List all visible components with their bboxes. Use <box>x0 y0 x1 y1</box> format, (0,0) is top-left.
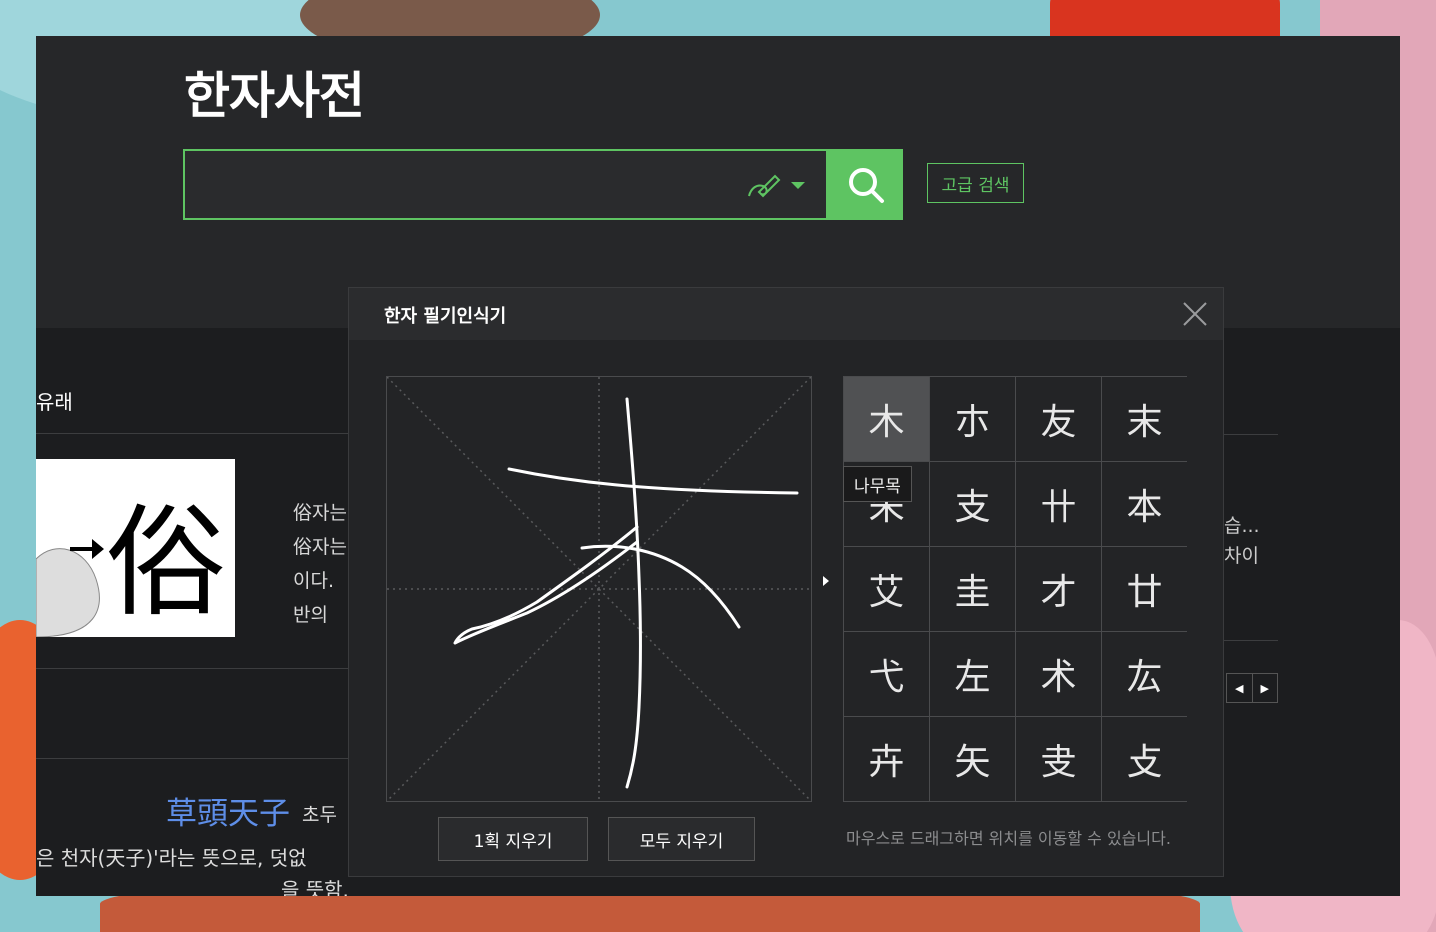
right-text: 차이 <box>1224 545 1259 567</box>
etymology-glyph: 俗 <box>106 494 226 633</box>
candidate-cell[interactable]: 攴 <box>1102 717 1187 801</box>
clear-all-button[interactable]: 모두 지우기 <box>608 817 755 861</box>
right-text: 습... <box>1224 515 1260 537</box>
modal-header: 한자 필기인식기 <box>349 288 1223 340</box>
candidate-cell[interactable]: 左 <box>930 632 1015 716</box>
meaning-text: 은 천자(天子)'라는 뜻으로, 덧없 <box>36 846 307 870</box>
meaning-text: 을 뜻함. <box>281 878 349 896</box>
candidate-cell[interactable]: 才 <box>1016 547 1101 631</box>
candidate-cell[interactable]: 矢 <box>930 717 1015 801</box>
close-icon <box>1183 302 1207 326</box>
handwriting-modal: 한자 필기인식기 木 朩 友 末 朱 支 卄 本 艾 圭 才 廿 弋 左 术 厷… <box>349 288 1223 876</box>
site-logo[interactable]: 한자사전 <box>184 56 365 128</box>
chevron-down-icon <box>791 181 805 189</box>
hanja-reading: 초두 <box>302 804 337 826</box>
bg-text-line: 이다. <box>293 570 334 592</box>
handwritten-strokes <box>453 397 799 789</box>
advanced-search-button[interactable]: 고급 검색 <box>927 163 1024 203</box>
candidate-tooltip: 나무목 <box>843 466 912 502</box>
candidate-cell[interactable]: 卉 <box>844 717 929 801</box>
bg-text-line: 俗자는 <box>293 502 347 524</box>
candidate-cell[interactable]: 厷 <box>1102 632 1187 716</box>
expand-arrow-icon[interactable] <box>823 576 829 586</box>
candidate-cell[interactable]: 弋 <box>844 632 929 716</box>
prev-page-button[interactable]: ◀ <box>1227 674 1253 702</box>
modal-title: 한자 필기인식기 <box>384 306 507 327</box>
drawing-canvas[interactable] <box>386 376 812 802</box>
candidate-cell[interactable]: 支 <box>930 462 1015 546</box>
candidate-cell[interactable]: 叏 <box>1016 717 1101 801</box>
candidate-cell[interactable]: 木 <box>844 377 929 461</box>
etymology-image: 俗 <box>36 459 235 637</box>
candidate-cell[interactable]: 廿 <box>1102 547 1187 631</box>
undo-stroke-button[interactable]: 1획 지우기 <box>438 817 588 861</box>
candidate-cell[interactable]: 友 <box>1016 377 1101 461</box>
search-box <box>183 149 828 220</box>
section-label: 유래 <box>36 390 73 414</box>
candidate-cell[interactable]: 圭 <box>930 547 1015 631</box>
search-icon <box>848 167 884 203</box>
search-input[interactable] <box>195 161 739 209</box>
header: 한자사전 고급 검색 <box>36 36 1400 328</box>
candidate-cell[interactable]: 朩 <box>930 377 1015 461</box>
pen-icon <box>748 174 781 198</box>
bg-text-line: 반의 <box>293 604 328 626</box>
candidate-cell[interactable]: 卄 <box>1016 462 1101 546</box>
drag-hint: 마우스로 드래그하면 위치를 이동할 수 있습니다. <box>846 829 1171 848</box>
bg-text-line: 俗자는 <box>293 536 347 558</box>
candidate-cell[interactable]: 末 <box>1102 377 1187 461</box>
candidate-cell[interactable]: 术 <box>1016 632 1101 716</box>
pager: ◀ ▶ <box>1226 673 1278 703</box>
close-button[interactable] <box>1179 298 1211 330</box>
handwriting-toggle[interactable] <box>745 167 815 203</box>
next-page-button[interactable]: ▶ <box>1253 674 1278 702</box>
candidate-grid: 木 朩 友 末 朱 支 卄 本 艾 圭 才 廿 弋 左 术 厷 卉 矢 叏 攴 <box>843 376 1187 802</box>
search-button[interactable] <box>828 149 903 220</box>
candidate-cell[interactable]: 艾 <box>844 547 929 631</box>
candidate-cell[interactable]: 本 <box>1102 462 1187 546</box>
hanja-link[interactable]: 草頭天子 <box>166 788 290 833</box>
